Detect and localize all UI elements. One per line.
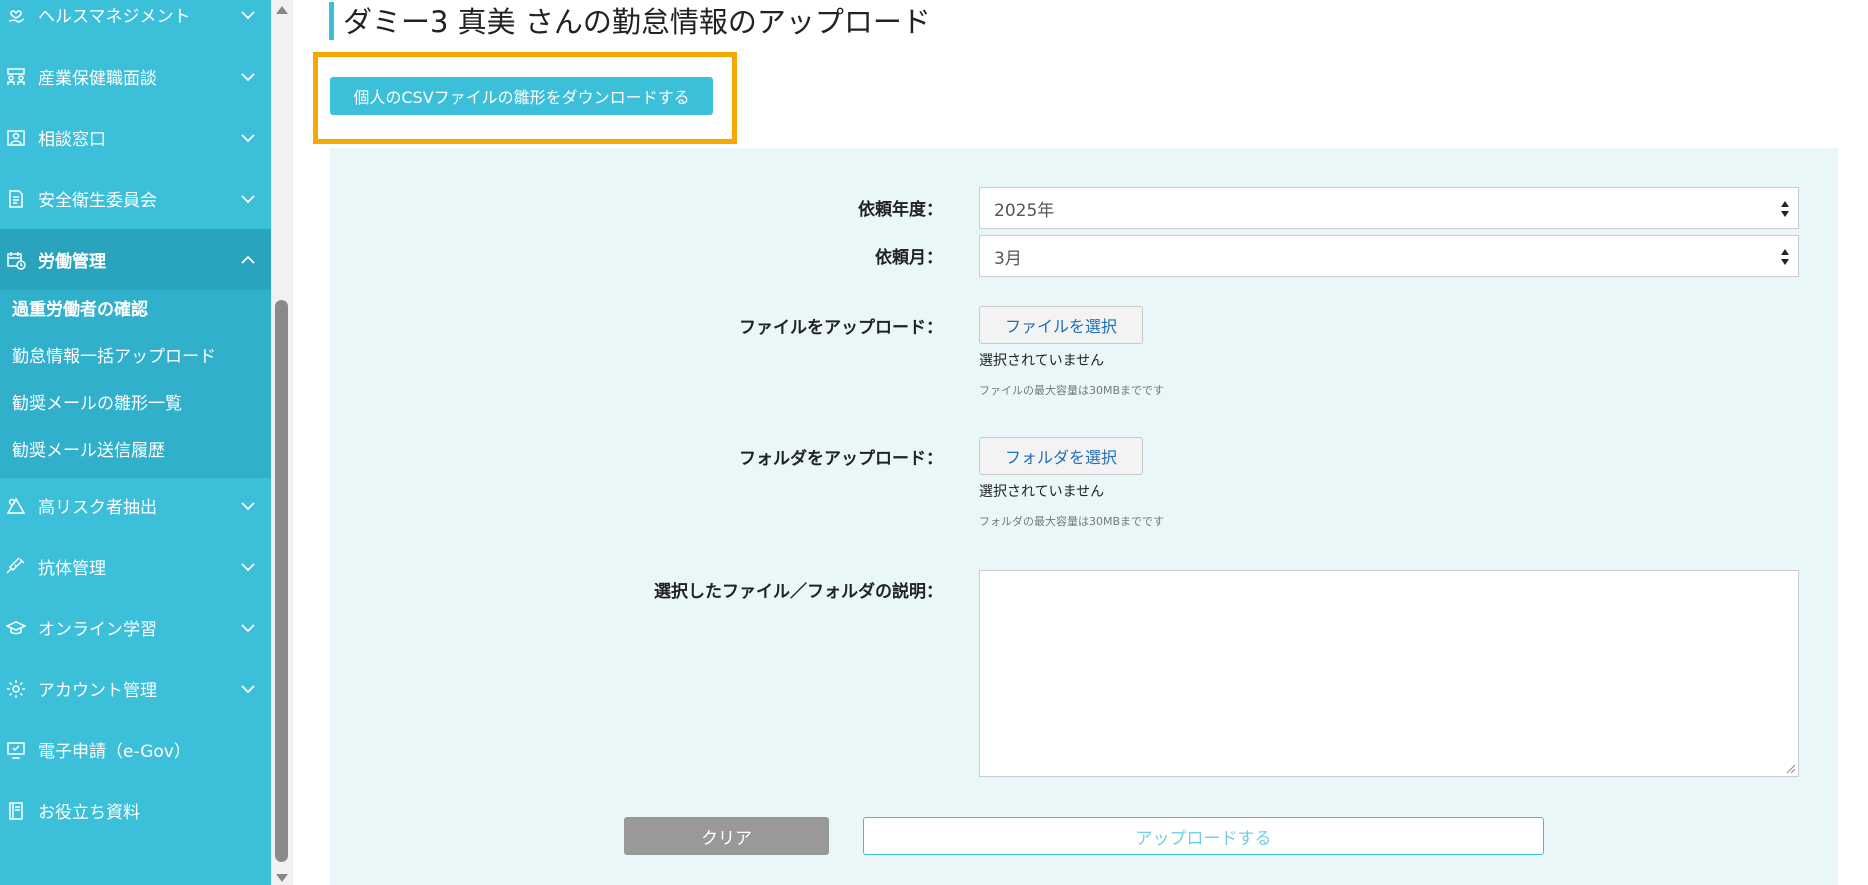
risk-icon [5, 495, 27, 517]
sidebar-item-label: 安全衛生委員会 [38, 191, 157, 211]
sidebar-item-health-management[interactable]: ヘルスマネジメント [0, 0, 271, 45]
chevron-down-icon [239, 10, 257, 20]
document-icon [5, 188, 27, 210]
description-textarea[interactable] [979, 570, 1799, 777]
sidebar-item-label: 産業保健職面談 [38, 69, 157, 89]
chevron-down-icon [239, 72, 257, 82]
sidebar-item-label: オンライン学習 [38, 620, 157, 640]
sidebar-item-antibody[interactable]: 抗体管理 [0, 536, 271, 597]
sidebar-item-occupational-health[interactable]: 産業保健職面談 [0, 46, 271, 107]
sidebar-item-label: アカウント管理 [38, 681, 157, 701]
chevron-down-icon [239, 133, 257, 143]
folder-status: 選択されていません [979, 484, 1105, 500]
sidebar-item-e-gov[interactable]: 電子申請（e-Gov） [0, 719, 271, 780]
submenu-item-attendance-upload[interactable]: 勤怠情報一括アップロード [12, 342, 216, 372]
scrollbar-thumb[interactable] [275, 300, 288, 862]
folder-upload-label: フォルダをアップロード： [739, 449, 943, 469]
scroll-down-arrow-icon[interactable] [276, 874, 288, 882]
sidebar: ヘルスマネジメント 産業保健職面談 相談窓口 安全衛生委員会 労働管理 過重労働… [0, 0, 271, 885]
scroll-up-arrow-icon[interactable] [276, 6, 288, 14]
sidebar-item-label: 電子申請（e-Gov） [38, 742, 191, 762]
sidebar-item-safety-committee[interactable]: 安全衛生委員会 [0, 168, 271, 229]
file-size-note: ファイルの最大容量は30MBまでです [979, 384, 1165, 397]
description-label: 選択したファイル／フォルダの説明： [654, 582, 943, 602]
submenu-item-mail-templates[interactable]: 勧奨メールの雛形一覧 [12, 389, 182, 419]
heart-hand-icon [5, 4, 27, 26]
chevron-down-icon [239, 684, 257, 694]
choose-file-button[interactable]: ファイルを選択 [979, 306, 1143, 344]
download-csv-template-button[interactable]: 個人のCSVファイルの雛形をダウンロードする [330, 77, 713, 115]
meeting-icon [5, 66, 27, 88]
sidebar-item-label: 抗体管理 [38, 559, 106, 579]
chevron-down-icon [239, 501, 257, 511]
book-icon [5, 800, 27, 822]
file-upload-label: ファイルをアップロード： [739, 318, 943, 338]
year-select-value: 2025年 [994, 200, 1055, 221]
sidebar-item-label: ヘルスマネジメント [38, 7, 191, 27]
year-select[interactable]: 2025年 [979, 187, 1799, 229]
syringe-icon [5, 556, 27, 578]
month-select[interactable]: 3月 [979, 235, 1799, 277]
sidebar-item-label: お役立ち資料 [38, 803, 140, 823]
month-label: 依頼月： [875, 248, 943, 268]
chevron-down-icon [239, 623, 257, 633]
month-select-value: 3月 [994, 248, 1022, 269]
file-status: 選択されていません [979, 353, 1105, 369]
submenu-item-mail-history[interactable]: 勧奨メール送信履歴 [12, 436, 165, 466]
choose-folder-button[interactable]: フォルダを選択 [979, 437, 1143, 475]
sidebar-item-label: 高リスク者抽出 [38, 498, 157, 518]
monitor-check-icon [5, 739, 27, 761]
clear-button[interactable]: クリア [624, 817, 829, 855]
sidebar-item-online-learning[interactable]: オンライン学習 [0, 597, 271, 658]
graduation-cap-icon [5, 617, 27, 639]
submenu-item-overwork-check[interactable]: 過重労働者の確認 [12, 295, 148, 325]
sidebar-item-high-risk[interactable]: 高リスク者抽出 [0, 475, 271, 536]
select-arrows-icon [1781, 201, 1789, 217]
sidebar-item-consultation[interactable]: 相談窓口 [0, 107, 271, 168]
page-title: ダミー3 真美 さんの勤怠情報のアップロード [343, 5, 931, 39]
labor-management-submenu: 過重労働者の確認 勤怠情報一括アップロード 勧奨メールの雛形一覧 勧奨メール送信… [0, 290, 271, 478]
chevron-down-icon [239, 194, 257, 204]
year-label: 依頼年度： [858, 200, 943, 220]
sidebar-item-label: 労働管理 [38, 252, 106, 272]
sidebar-scrollbar[interactable] [271, 0, 293, 885]
person-card-icon [5, 127, 27, 149]
sidebar-item-resources[interactable]: お役立ち資料 [0, 780, 271, 841]
calendar-clock-icon [5, 249, 27, 271]
resize-grip-icon[interactable] [1786, 764, 1796, 774]
sidebar-item-account-management[interactable]: アカウント管理 [0, 658, 271, 719]
chevron-up-icon [239, 255, 257, 265]
folder-size-note: フォルダの最大容量は30MBまでです [979, 515, 1165, 528]
gear-icon [5, 678, 27, 700]
upload-button[interactable]: アップロードする [863, 817, 1544, 855]
chevron-down-icon [239, 562, 257, 572]
sidebar-item-labor-management[interactable]: 労働管理 [0, 229, 271, 290]
sidebar-item-label: 相談窓口 [38, 130, 106, 150]
select-arrows-icon [1781, 249, 1789, 265]
title-accent-bar [329, 2, 334, 40]
